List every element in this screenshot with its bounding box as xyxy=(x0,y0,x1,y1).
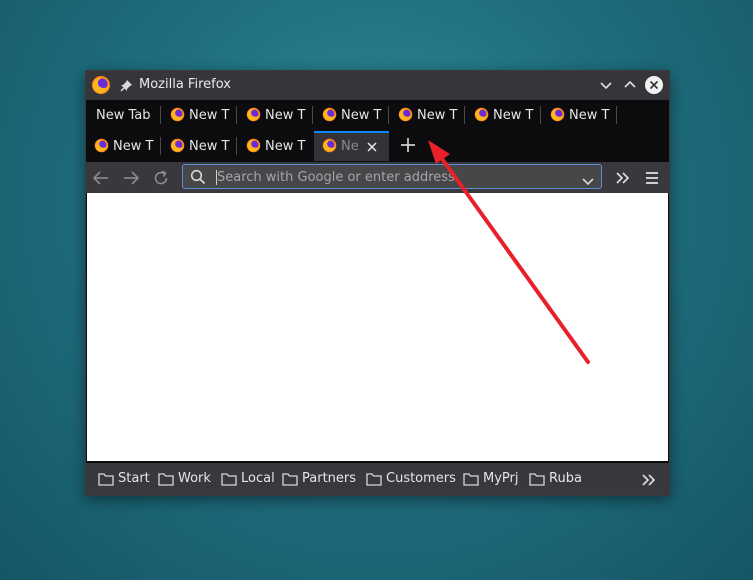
window-title: Mozilla Firefox xyxy=(139,77,231,92)
chevron-down-icon[interactable] xyxy=(581,172,595,191)
tab-separator xyxy=(464,106,465,124)
firefox-icon xyxy=(170,138,185,157)
tab-separator xyxy=(236,137,237,155)
bookmarks-toolbar: Start Work Local Partners Customers MyPr… xyxy=(86,463,669,495)
address-bar[interactable] xyxy=(182,164,602,189)
url-input[interactable] xyxy=(217,168,557,186)
minimize-icon[interactable] xyxy=(597,76,615,94)
maximize-icon[interactable] xyxy=(621,76,639,94)
tab-label: New T xyxy=(189,139,230,154)
bookmark-label: Partners xyxy=(302,471,357,486)
firefox-icon xyxy=(398,107,413,126)
tab-separator xyxy=(160,106,161,124)
tab-label: New T xyxy=(341,108,382,123)
title-bar[interactable]: Mozilla Firefox xyxy=(86,71,669,100)
folder-icon xyxy=(221,472,237,490)
tab[interactable]: New T xyxy=(162,100,237,130)
tab-label: New T xyxy=(189,108,230,123)
tab-label: New T xyxy=(265,139,306,154)
back-icon[interactable] xyxy=(92,169,110,191)
navigation-toolbar xyxy=(86,162,669,193)
pin-icon[interactable] xyxy=(119,78,133,97)
firefox-icon xyxy=(246,107,261,126)
bookmark-label: MyPrj xyxy=(483,471,519,486)
tab-separator xyxy=(236,106,237,124)
menu-icon[interactable] xyxy=(644,169,660,191)
overflow-icon[interactable] xyxy=(614,169,632,191)
firefox-icon xyxy=(474,107,489,126)
firefox-icon xyxy=(246,138,261,157)
tab[interactable]: New T xyxy=(542,100,617,130)
search-icon xyxy=(190,169,206,189)
close-tab-icon[interactable] xyxy=(365,140,379,158)
bookmark-label: Ruba xyxy=(549,471,582,486)
tab-label: New Tab xyxy=(96,108,151,123)
folder-icon xyxy=(463,472,479,490)
tab-separator xyxy=(312,106,313,124)
folder-icon xyxy=(282,472,298,490)
page-content xyxy=(87,193,668,461)
tab[interactable]: New T xyxy=(314,100,389,130)
tab[interactable]: New T xyxy=(162,131,237,161)
overflow-icon[interactable] xyxy=(641,472,657,491)
firefox-icon xyxy=(322,138,337,157)
firefox-icon xyxy=(91,75,111,99)
tab-label: New T xyxy=(265,108,306,123)
bookmark-label: Work xyxy=(178,471,211,486)
tab-strip: New Tab New T New T New T New T New T Ne… xyxy=(86,100,669,162)
bookmark-label: Customers xyxy=(386,471,456,486)
tab[interactable]: New T xyxy=(86,131,161,161)
tab-label: New T xyxy=(113,139,154,154)
tab-label: New T xyxy=(417,108,458,123)
tab-separator xyxy=(540,106,541,124)
folder-icon xyxy=(98,472,114,490)
tab[interactable]: New T xyxy=(466,100,541,130)
tab[interactable]: New T xyxy=(390,100,465,130)
tab-separator xyxy=(388,106,389,124)
firefox-icon xyxy=(94,138,109,157)
tab[interactable]: New T xyxy=(238,131,313,161)
folder-icon xyxy=(366,472,382,490)
tab-label: New T xyxy=(493,108,534,123)
firefox-icon xyxy=(170,107,185,126)
tab-active[interactable]: Ne xyxy=(314,131,389,161)
bookmark-label: Local xyxy=(241,471,275,486)
folder-icon xyxy=(529,472,545,490)
bookmark-label: Start xyxy=(118,471,150,486)
firefox-icon xyxy=(322,107,337,126)
tab-separator xyxy=(160,137,161,155)
reload-icon[interactable] xyxy=(152,169,170,191)
plus-icon[interactable] xyxy=(396,133,420,157)
tab-label: New T xyxy=(569,108,610,123)
forward-icon[interactable] xyxy=(122,169,140,191)
tab-separator xyxy=(616,106,617,124)
tab-label: Ne xyxy=(341,139,359,154)
firefox-icon xyxy=(550,107,565,126)
folder-icon xyxy=(158,472,174,490)
tab[interactable]: New Tab xyxy=(86,100,161,130)
firefox-window: Mozilla Firefox New Tab New T New T New … xyxy=(85,70,670,496)
tab[interactable]: New T xyxy=(238,100,313,130)
close-window-icon[interactable] xyxy=(644,75,664,95)
